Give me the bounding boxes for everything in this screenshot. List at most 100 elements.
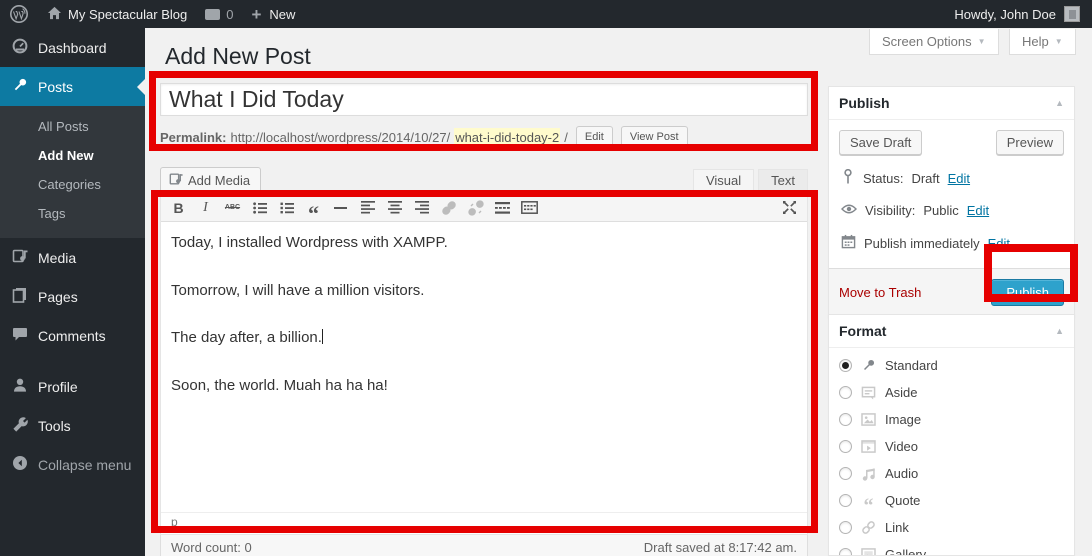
sidebar-item-all-posts[interactable]: All Posts (0, 112, 145, 141)
sidebar-item-dashboard[interactable]: Dashboard (0, 28, 145, 67)
radio-image[interactable] (839, 413, 852, 426)
permalink-slug[interactable]: what-i-did-today-2 (454, 128, 560, 147)
screen-options-tab[interactable]: Screen Options ▼ (869, 29, 999, 55)
sidebar-item-categories[interactable]: Categories (0, 170, 145, 199)
new-content-menu[interactable]: + New (242, 0, 304, 28)
blockquote-button[interactable]: “ (300, 196, 327, 220)
more-tag-icon (495, 202, 510, 214)
editor-paragraph: Soon, the world. Muah ha ha ha! (171, 375, 797, 398)
save-draft-button[interactable]: Save Draft (839, 130, 922, 155)
aside-icon (860, 386, 877, 400)
schedule-row: Publish immediately Edit (841, 234, 1064, 252)
sidebar-item-tags[interactable]: Tags (0, 199, 145, 228)
add-media-button[interactable]: Add Media (160, 167, 261, 193)
visibility-row: Visibility: Public Edit (841, 203, 1064, 218)
edit-visibility-link[interactable]: Edit (967, 203, 989, 218)
radio-aside[interactable] (839, 386, 852, 399)
align-right-button[interactable] (408, 196, 435, 220)
collapse-toggle-icon[interactable]: ▲ (1055, 326, 1064, 336)
tab-visual[interactable]: Visual (693, 169, 754, 193)
format-label: Quote (885, 493, 920, 508)
radio-video[interactable] (839, 440, 852, 453)
horizontal-rule-button[interactable] (327, 196, 354, 220)
sidebar-item-media[interactable]: Media (0, 238, 145, 277)
account-menu[interactable]: Howdy, John Doe (954, 6, 1092, 22)
toolbar-toggle-button[interactable] (516, 196, 543, 220)
radio-audio[interactable] (839, 467, 852, 480)
collapse-arrow-icon (12, 455, 28, 474)
align-center-button[interactable] (381, 196, 408, 220)
plus-icon: + (251, 6, 261, 23)
editor-content-area[interactable]: Today, I installed Wordpress with XAMPP.… (161, 222, 807, 512)
radio-link[interactable] (839, 521, 852, 534)
italic-glyph: I (203, 200, 208, 216)
format-panel-header[interactable]: Format ▲ (829, 315, 1074, 348)
site-name-label: My Spectacular Blog (68, 7, 187, 22)
sidebar-item-pages[interactable]: Pages (0, 277, 145, 316)
publish-button[interactable]: Publish (991, 279, 1064, 306)
align-center-icon (388, 201, 402, 214)
insert-link-button[interactable] (435, 196, 462, 220)
home-icon (47, 6, 62, 23)
italic-button[interactable]: I (192, 196, 219, 220)
draft-saved-status: Draft saved at 8:17:42 am. (644, 540, 797, 555)
comments-menu[interactable]: 0 (196, 0, 242, 28)
unlink-icon (468, 200, 484, 216)
remove-link-button[interactable] (462, 196, 489, 220)
permalink-label: Permalink: (160, 130, 226, 145)
sidebar-item-label: Dashboard (38, 40, 107, 56)
site-name-menu[interactable]: My Spectacular Blog (38, 0, 196, 28)
media-icon (12, 248, 28, 267)
element-path[interactable]: p (171, 515, 178, 529)
numbered-list-button[interactable] (273, 196, 300, 220)
more-tag-button[interactable] (489, 196, 516, 220)
bullet-list-button[interactable] (246, 196, 273, 220)
edit-status-link[interactable]: Edit (948, 171, 970, 186)
video-icon (860, 440, 877, 453)
view-post-button[interactable]: View Post (621, 126, 688, 148)
collapse-toggle-icon[interactable]: ▲ (1055, 98, 1064, 108)
align-left-button[interactable] (354, 196, 381, 220)
format-option-audio: Audio (839, 466, 1064, 481)
distraction-free-button[interactable] (776, 196, 803, 220)
format-option-aside: Aside (839, 385, 1064, 400)
gallery-icon (860, 548, 877, 556)
tab-text[interactable]: Text (758, 169, 808, 193)
sidebar-item-collapse-menu[interactable]: Collapse menu (0, 445, 145, 484)
sidebar-item-add-new[interactable]: Add New (0, 141, 145, 170)
chevron-down-icon: ▼ (978, 37, 986, 46)
sidebar-item-tools[interactable]: Tools (0, 406, 145, 445)
edit-schedule-link[interactable]: Edit (988, 236, 1010, 251)
sidebar-item-comments[interactable]: Comments (0, 316, 145, 355)
format-option-standard: Standard (839, 358, 1064, 373)
post-title-input[interactable] (160, 83, 808, 116)
visibility-value: Public (923, 203, 958, 218)
admin-sidebar: Dashboard Posts All Posts Add New Catego… (0, 28, 145, 556)
preview-button[interactable]: Preview (996, 130, 1064, 155)
permalink-base: http://localhost/wordpress/2014/10/27/ (230, 130, 450, 145)
sidebar-item-label: Profile (38, 379, 78, 395)
radio-quote[interactable] (839, 494, 852, 507)
dashboard-icon (12, 38, 28, 57)
help-tab[interactable]: Help ▼ (1009, 29, 1076, 55)
radio-standard[interactable] (839, 359, 852, 372)
strikethrough-button[interactable]: ABC (219, 196, 246, 220)
move-to-trash-link[interactable]: Move to Trash (839, 285, 921, 300)
howdy-label: Howdy, John Doe (954, 7, 1056, 22)
editor-status-bar: Word count: 0 Draft saved at 8:17:42 am. (160, 535, 808, 556)
publish-panel-header[interactable]: Publish ▲ (829, 87, 1074, 120)
radio-gallery[interactable] (839, 548, 852, 556)
wordpress-logo-menu[interactable] (0, 0, 38, 28)
text-cursor (322, 329, 323, 344)
bullet-list-icon (253, 202, 267, 214)
calendar-icon (841, 234, 856, 252)
avatar (1064, 6, 1080, 22)
bold-button[interactable]: B (165, 196, 192, 220)
sidebar-item-posts[interactable]: Posts (0, 67, 145, 106)
sidebar-item-profile[interactable]: Profile (0, 367, 145, 406)
editor-paragraph: Today, I installed Wordpress with XAMPP. (171, 232, 797, 255)
edit-permalink-button[interactable]: Edit (576, 126, 613, 148)
align-left-icon (361, 201, 375, 214)
link-icon (441, 200, 457, 216)
toolbar-toggle-icon (521, 201, 538, 214)
